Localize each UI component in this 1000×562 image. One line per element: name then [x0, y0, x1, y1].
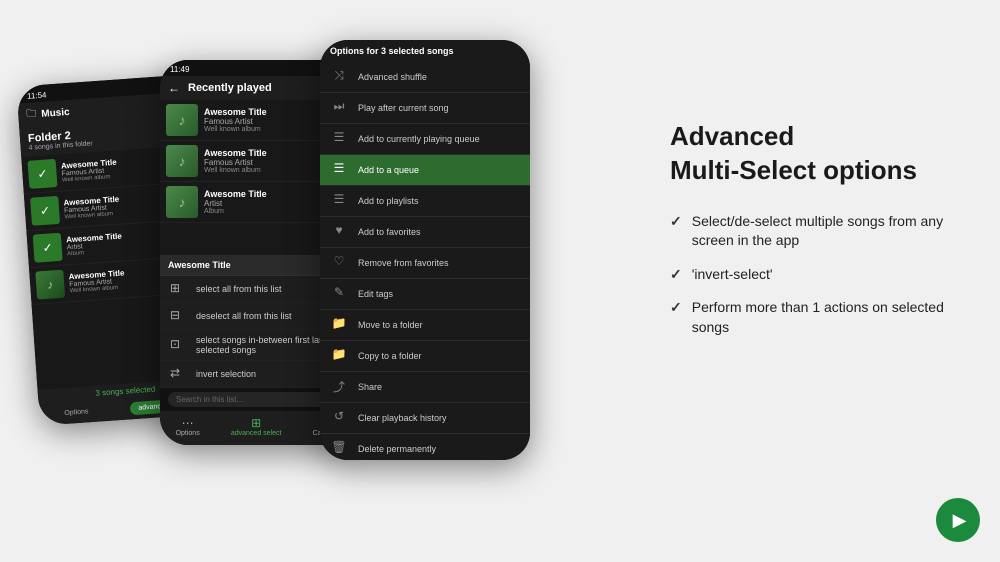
opt-label: Clear playback history	[358, 413, 447, 423]
option-add-playlists[interactable]: ☰ Add to playlists	[320, 186, 530, 217]
deselect-all-icon: ⊟	[170, 308, 186, 324]
option-copy-folder[interactable]: 📁 Copy to a folder	[320, 341, 530, 372]
song-artist: Famous Artist	[204, 117, 267, 126]
opt-label: Move to a folder	[358, 320, 423, 330]
heading-line1: Advanced	[670, 121, 794, 151]
select-between-label: select songs in-between first last selec…	[196, 335, 340, 355]
option-clear-history[interactable]: ↺ Clear playback history	[320, 403, 530, 434]
song-title: Awesome Title	[204, 148, 267, 158]
deselect-all-label: deselect all from this list	[196, 311, 292, 321]
options-tab[interactable]: Options	[56, 405, 97, 421]
heading-line2: Multi-Select options	[670, 155, 917, 185]
multiselect-song-title: Awesome Title	[168, 260, 231, 270]
feature-item-3: Perform more than 1 actions on selected …	[670, 298, 970, 337]
option-edit-tags[interactable]: ✎ Edit tags	[320, 279, 530, 310]
select-all-label: select all from this list	[196, 284, 282, 294]
song-album: Well known album	[204, 167, 267, 174]
tab-advanced[interactable]: ⊞ advanced select	[231, 416, 282, 437]
feature-item-2: 'invert-select'	[670, 265, 970, 285]
play-badge[interactable]	[936, 498, 980, 542]
tab-advanced-label: advanced select	[231, 430, 282, 437]
delete-icon: 🗑	[330, 440, 348, 458]
playlists-icon: ☰	[330, 192, 348, 210]
feature-text-3: Perform more than 1 actions on selected …	[692, 298, 970, 337]
time-mid: 11:49	[170, 65, 189, 74]
feature-list: Select/de-select multiple songs from any…	[670, 212, 970, 338]
select-between-icon: ⊡	[170, 337, 186, 353]
feature-item-1: Select/de-select multiple songs from any…	[670, 212, 970, 251]
option-add-queue-playing[interactable]: ☰ Add to currently playing queue	[320, 124, 530, 155]
play-after-icon: ⏭	[330, 99, 348, 117]
opt-label: Advanced shuffle	[358, 72, 427, 82]
invert-label: invert selection	[196, 369, 256, 379]
time-back: 11:54	[27, 90, 47, 100]
right-panel: Advanced Multi-Select options Select/de-…	[670, 120, 970, 352]
music-label: Music	[41, 107, 70, 120]
option-move-folder[interactable]: 📁 Move to a folder	[320, 310, 530, 341]
opt-label: Add to a queue	[358, 165, 419, 175]
option-add-queue[interactable]: ☰ Add to a queue	[320, 155, 530, 186]
song-album: Well known album	[204, 126, 267, 133]
feature-text-2: 'invert-select'	[692, 265, 773, 285]
option-remove-favorites[interactable]: ♡ Remove from favorites	[320, 248, 530, 279]
option-delete[interactable]: 🗑 Delete permanently	[320, 434, 530, 460]
opt-label: Add to favorites	[358, 227, 421, 237]
advanced-icon: ⊞	[231, 416, 282, 430]
opt-label: Add to currently playing queue	[358, 134, 480, 144]
heart-empty-icon: ♡	[330, 254, 348, 272]
song-artist: Famous Artist	[204, 158, 267, 167]
move-folder-icon: 📁	[330, 316, 348, 334]
opt-label: Delete permanently	[358, 444, 436, 454]
opt-label: Share	[358, 382, 382, 392]
thumb-mid-1: ♪	[166, 104, 198, 136]
song-artist: Artist	[204, 199, 267, 208]
search-bar-mid[interactable]: Search in this list...	[168, 392, 342, 407]
song-title: Awesome Title	[204, 107, 267, 117]
thumb-4: ♪	[35, 270, 65, 300]
opt-label: Play after current song	[358, 103, 449, 113]
option-play-after[interactable]: ⏭ Play after current song	[320, 93, 530, 124]
options-header: Options for 3 selected songs	[320, 40, 530, 62]
opt-label: Remove from favorites	[358, 258, 449, 268]
history-icon: ↺	[330, 409, 348, 427]
share-icon: ⤴	[330, 378, 348, 396]
option-share[interactable]: ⤴ Share	[320, 372, 530, 403]
opt-label: Add to playlists	[358, 196, 419, 206]
thumb-1	[28, 159, 58, 189]
edit-icon: ✎	[330, 285, 348, 303]
add-queue-icon: ☰	[330, 161, 348, 179]
song-title: Awesome Title	[204, 189, 267, 199]
main-heading: Advanced Multi-Select options	[670, 120, 970, 188]
options-icon: ⋯	[176, 416, 200, 430]
song-album: Album	[204, 208, 267, 215]
select-all-icon: ⊞	[170, 281, 186, 297]
thumb-mid-3: ♪	[166, 186, 198, 218]
thumb-3	[33, 233, 63, 263]
back-button-mid[interactable]: ←	[168, 81, 180, 95]
copy-folder-icon: 📁	[330, 347, 348, 365]
phone-front: Options for 3 selected songs ⤨ Advanced …	[320, 40, 530, 460]
tab-options-label: Options	[176, 430, 200, 437]
option-add-favorites[interactable]: ♥ Add to favorites	[320, 217, 530, 248]
heart-filled-icon: ♥	[330, 223, 348, 241]
opt-label: Copy to a folder	[358, 351, 422, 361]
thumb-2	[30, 196, 60, 226]
folder-icon: 🗀	[26, 106, 37, 124]
shuffle-icon: ⤨	[330, 68, 348, 86]
opt-label: Edit tags	[358, 289, 393, 299]
add-queue-playing-icon: ☰	[330, 130, 348, 148]
feature-text-1: Select/de-select multiple songs from any…	[692, 212, 970, 251]
tab-options[interactable]: ⋯ Options	[176, 416, 200, 437]
option-advanced-shuffle[interactable]: ⤨ Advanced shuffle	[320, 62, 530, 93]
nav-title-mid: Recently played	[188, 82, 334, 94]
invert-icon: ⇄	[170, 366, 186, 382]
thumb-mid-2: ♪	[166, 145, 198, 177]
